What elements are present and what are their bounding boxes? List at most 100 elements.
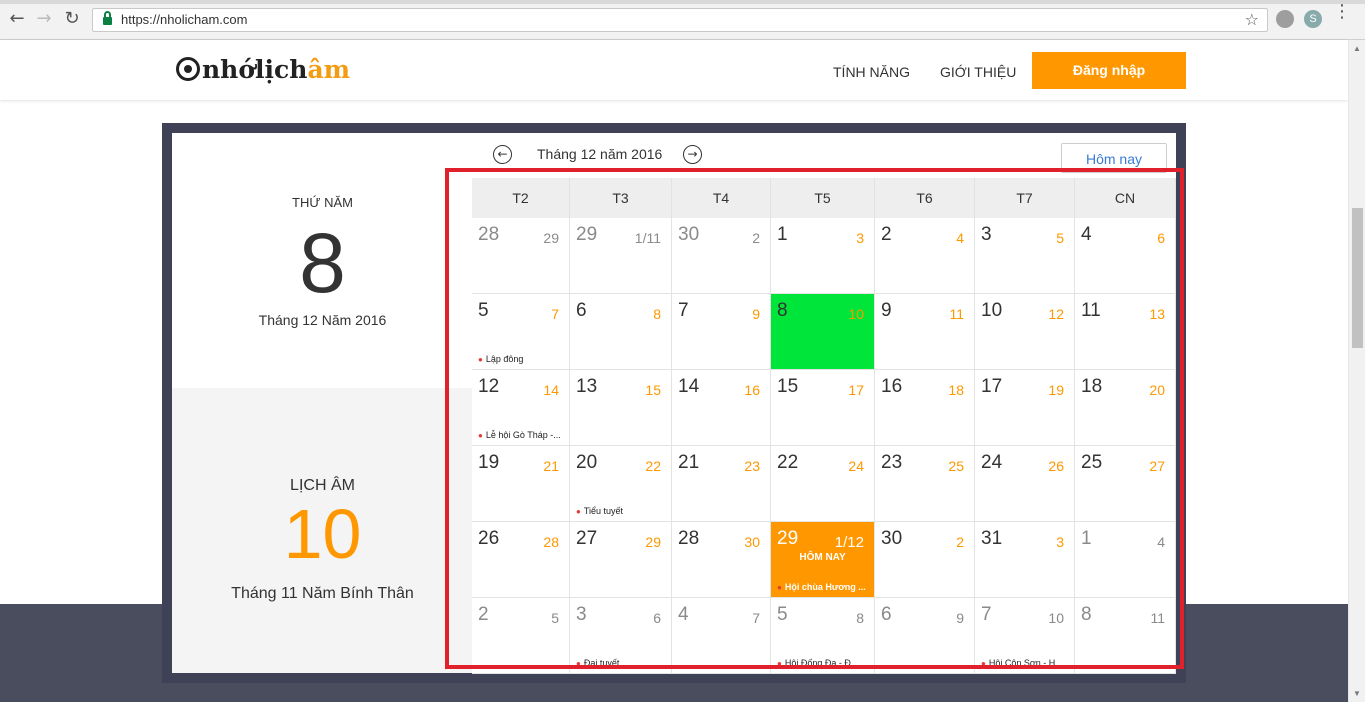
day-cell[interactable]: 13 15 — [570, 370, 672, 446]
day-cell[interactable]: 69 — [875, 598, 975, 674]
event-label[interactable]: Hội Đống Đa - Đ... — [777, 658, 859, 668]
day-cell[interactable]: 13 — [771, 218, 875, 294]
lunar-day: 14 — [543, 382, 559, 398]
day-cell[interactable]: 27 29 — [570, 522, 672, 598]
scroll-down-icon[interactable]: ▼ — [1353, 689, 1361, 698]
day-cell[interactable]: 29 1/11 — [570, 218, 672, 294]
calendar-widget: THỨ NĂM 8 Tháng 12 Năm 2016 LỊCH ÂM 10 T… — [162, 123, 1186, 683]
day-cell[interactable]: 20 22 Tiểu tuyết — [570, 446, 672, 522]
address-bar[interactable]: https://nholicham.com ☆ — [92, 8, 1268, 32]
day-cell[interactable]: 26 28 — [472, 522, 570, 598]
day-cell[interactable]: 25 — [472, 598, 570, 674]
browser-menu-icon[interactable]: ⋮ — [1333, 3, 1351, 21]
lock-icon — [103, 11, 112, 25]
day-cell[interactable]: 24 26 — [975, 446, 1075, 522]
solar-date-panel: THỨ NĂM 8 Tháng 12 Năm 2016 — [172, 133, 473, 388]
day-cell[interactable]: 16 18 — [875, 370, 975, 446]
prev-month-icon[interactable]: ← — [493, 145, 512, 164]
today-button[interactable]: Hôm nay — [1061, 143, 1167, 173]
event-label[interactable]: Hội Côn Sơn - H... — [981, 658, 1063, 668]
day-cell[interactable]: 28 30 — [672, 522, 771, 598]
logo-text-3: âm — [307, 54, 351, 84]
logo-text-1: nhớ — [202, 54, 256, 84]
lunar-day: 1/12 — [834, 534, 864, 551]
day-cell[interactable]: 5 8 Hội Đống Đa - Đ... — [771, 598, 875, 674]
solar-day: 24 — [981, 452, 1003, 473]
day-cell[interactable]: 28 29 — [472, 218, 570, 294]
solar-day: 19 — [478, 452, 500, 473]
scroll-thumb[interactable] — [1352, 208, 1363, 348]
nav-link-features[interactable]: TÍNH NĂNG — [833, 64, 910, 80]
bookmark-star-icon[interactable]: ☆ — [1245, 10, 1259, 29]
day-cell[interactable]: 15 17 — [771, 370, 875, 446]
nav-link-about[interactable]: GIỚI THIỆU — [940, 64, 1016, 80]
day-cell[interactable]: 8 11 — [1075, 598, 1176, 674]
solar-day: 5 — [478, 300, 489, 321]
day-cell-today[interactable]: 29 1/12HÔM NAY Hội chùa Hương ... — [771, 522, 875, 598]
back-icon[interactable]: ← — [6, 8, 28, 30]
day-cell[interactable]: 31 3 — [975, 522, 1075, 598]
day-cell[interactable]: 47 — [672, 598, 771, 674]
extension-icon[interactable] — [1276, 10, 1294, 28]
day-cell[interactable]: 22 24 — [771, 446, 875, 522]
day-cell[interactable]: 18 20 — [1075, 370, 1176, 446]
day-cell[interactable]: 25 27 — [1075, 446, 1176, 522]
lunar-day-number: 10 — [283, 495, 362, 573]
day-cell[interactable]: 9 11 — [875, 294, 975, 370]
solar-day: 25 — [1081, 452, 1103, 473]
day-cell[interactable]: 30 2 — [672, 218, 771, 294]
day-cell[interactable]: 7 10 Hội Côn Sơn - H... — [975, 598, 1075, 674]
day-cell-selected[interactable]: 8 10 — [771, 294, 875, 370]
lunar-day: 13 — [1149, 306, 1165, 322]
reload-icon[interactable]: ↻ — [61, 8, 83, 30]
lunar-day: 17 — [848, 382, 864, 398]
lunar-day: 15 — [645, 382, 661, 398]
day-cell[interactable]: 19 21 — [472, 446, 570, 522]
event-label[interactable]: Tiểu tuyết — [576, 506, 623, 516]
solar-day: 16 — [881, 376, 903, 397]
weekday-header: T5 — [771, 178, 875, 218]
solar-day: 28 — [678, 528, 700, 549]
day-cell[interactable]: 79 — [672, 294, 771, 370]
day-cell[interactable]: 5 7 Lập đông — [472, 294, 570, 370]
lunar-day: 2 — [752, 230, 760, 246]
weekday-header: T4 — [672, 178, 771, 218]
solar-day: 5 — [777, 604, 788, 625]
lunar-day: 8 — [856, 610, 864, 626]
calendar-widget-body: THỨ NĂM 8 Tháng 12 Năm 2016 LỊCH ÂM 10 T… — [172, 133, 1176, 674]
forward-icon[interactable]: → — [33, 8, 55, 30]
lunar-day: 5 — [1056, 230, 1064, 246]
url-text[interactable]: https://nholicham.com — [121, 12, 247, 27]
lunar-day: 28 — [543, 534, 559, 550]
day-cell[interactable]: 14 — [1075, 522, 1176, 598]
day-cell[interactable]: 12 14 Lễ hội Gò Tháp -... — [472, 370, 570, 446]
lunar-day: 10 — [1048, 610, 1064, 626]
day-cell[interactable]: 68 — [570, 294, 672, 370]
day-cell[interactable]: 30 2 — [875, 522, 975, 598]
event-label[interactable]: Hội chùa Hương ... — [777, 582, 866, 592]
skype-extension-icon[interactable]: S — [1304, 10, 1322, 28]
login-button[interactable]: Đăng nhập — [1032, 52, 1186, 89]
logo-text-2: lịch — [255, 54, 308, 84]
day-cell[interactable]: 17 19 — [975, 370, 1075, 446]
scroll-up-icon[interactable]: ▲ — [1353, 44, 1361, 53]
day-cell[interactable]: 11 13 — [1075, 294, 1176, 370]
event-label[interactable]: Đại tuyết — [576, 658, 620, 668]
day-cell[interactable]: 46 — [1075, 218, 1176, 294]
day-cell[interactable]: 21 23 — [672, 446, 771, 522]
day-cell[interactable]: 10 12 — [975, 294, 1075, 370]
lunar-day: 6 — [1157, 230, 1165, 246]
event-label[interactable]: Lễ hội Gò Tháp -... — [478, 430, 561, 440]
next-month-icon[interactable]: → — [683, 145, 702, 164]
day-cell[interactable]: 35 — [975, 218, 1075, 294]
day-cell[interactable]: 3 6 Đại tuyết — [570, 598, 672, 674]
browser-toolbar: ← → ↻ https://nholicham.com ☆ S ⋮ — [0, 0, 1365, 40]
day-cell[interactable]: 14 16 — [672, 370, 771, 446]
page-scrollbar[interactable]: ▲ ▼ — [1348, 40, 1365, 702]
day-cell[interactable]: 23 25 — [875, 446, 975, 522]
site-logo[interactable]: nhớ lịch âm — [176, 54, 350, 84]
event-label[interactable]: Lập đông — [478, 354, 524, 364]
solar-day: 12 — [478, 376, 500, 397]
lunar-day: 9 — [752, 306, 760, 322]
day-cell[interactable]: 24 — [875, 218, 975, 294]
